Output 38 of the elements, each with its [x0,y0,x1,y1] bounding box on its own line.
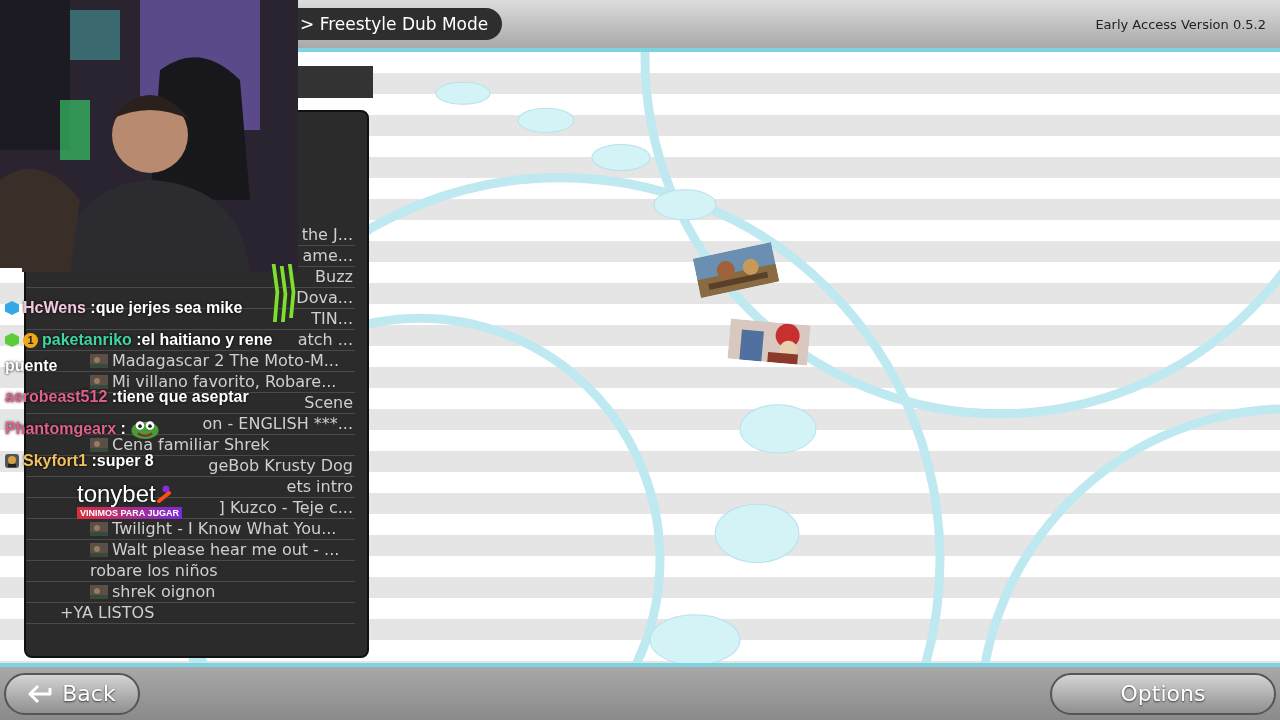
thumbnail-icon [90,354,108,368]
thumbnail-icon [90,522,108,536]
clip-item[interactable]: ets intro [286,479,353,495]
clip-item[interactable]: Dova... [296,290,353,306]
sponsor-tagline: VINIMOS PARA JUGAR [77,507,182,519]
thumbnail-icon [90,438,108,452]
chat-message: paketanriko :el haitiano y rene [42,331,273,349]
note-marker [591,143,651,172]
avatar-badge-icon [5,454,19,468]
clip-item[interactable]: the J... [301,227,353,243]
clip-item[interactable]: Mi villano favorito, Robare... [112,374,337,390]
clip-item[interactable]: geBob Krusty Dog [208,458,353,474]
clip-item[interactable]: +YA LISTOS [60,605,155,621]
clip-item[interactable]: atch ... [297,332,353,348]
clip-item[interactable]: Twilight - I Know What You... [112,521,337,537]
thumbnail-icon [90,543,108,557]
thumbnail-icon [90,585,108,599]
clip-item[interactable]: robare los niños [90,563,218,579]
clip-item[interactable]: Scene [304,395,353,411]
clip-item[interactable]: ] Kuzco - Teje c... [218,500,353,516]
clip-item[interactable]: shrek oignon [112,584,216,600]
thumbnail-icon [90,375,108,389]
clip-item[interactable]: TIN... [311,311,353,327]
clip-item[interactable]: Madagascar 2 The Moto-M... [112,353,340,369]
clip-item[interactable]: Walt please hear me out - ... [112,542,340,558]
note-marker [517,107,575,133]
note-marker [653,189,717,221]
note-marker [435,81,491,105]
clip-item[interactable]: Buzz [315,269,353,285]
clip-item[interactable]: ame... [302,248,353,264]
clip-item[interactable]: on - ENGLISH ***... [202,416,353,432]
breadcrumb-title: > Freestyle Dub Mode [298,8,503,40]
swoosh-icon [156,485,171,503]
sponsor-logo: tonybet [77,481,156,507]
chat-message: HcWens :que jerjes sea mike [23,299,243,317]
back-arrow-icon [28,683,55,704]
version-label: Early Access Version 0.5.2 [1095,16,1266,32]
clip-item[interactable]: Cena familiar Shrek [112,437,270,453]
